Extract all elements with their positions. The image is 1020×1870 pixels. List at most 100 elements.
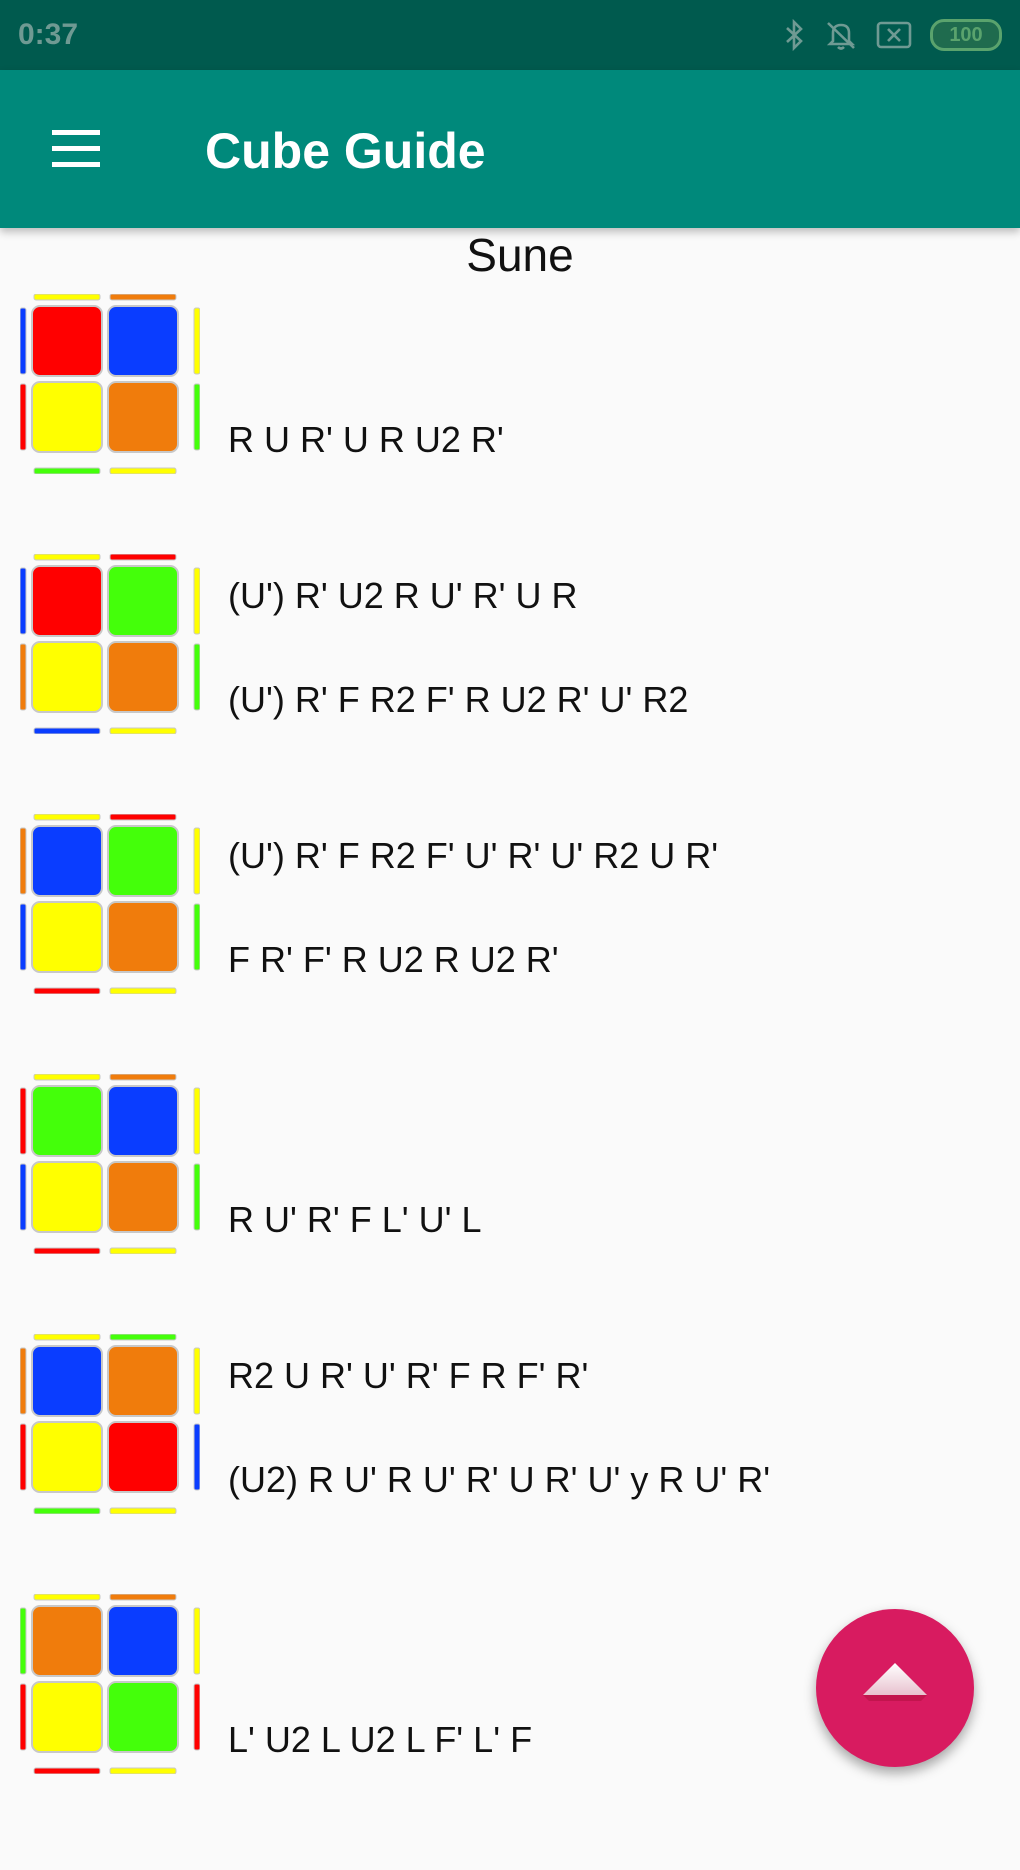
edge-sticker bbox=[20, 1607, 27, 1675]
edge-sticker bbox=[109, 987, 177, 994]
algorithm-line: L' U2 L U2 L F' L' F bbox=[228, 1719, 533, 1760]
edge-sticker bbox=[193, 383, 200, 451]
menu-icon[interactable] bbox=[44, 122, 108, 176]
sim-card-icon bbox=[876, 21, 912, 49]
top-sticker bbox=[31, 381, 103, 453]
algorithm-text: F R' F' R U2 R U2 R' bbox=[228, 830, 559, 1090]
top-sticker bbox=[107, 1345, 179, 1417]
scroll-top-button[interactable] bbox=[816, 1609, 974, 1767]
edge-sticker bbox=[193, 1087, 200, 1155]
algorithm-line: F R' F' R U2 R U2 R' bbox=[228, 939, 559, 980]
edge-sticker bbox=[109, 554, 177, 561]
top-sticker bbox=[31, 1681, 103, 1753]
edge-sticker bbox=[33, 1594, 101, 1601]
top-sticker bbox=[107, 1161, 179, 1233]
algorithm-text: (U2) R U' R U' R' U R' U' y R U' R' bbox=[228, 1350, 770, 1610]
app-title: Cube Guide bbox=[205, 123, 486, 179]
cube-diagram bbox=[20, 554, 200, 734]
edge-sticker bbox=[33, 294, 101, 301]
list-item[interactable]: (U2) R U' R U' R' U R' U' y R U' R' bbox=[0, 1330, 1020, 1590]
top-sticker bbox=[107, 565, 179, 637]
top-sticker bbox=[31, 825, 103, 897]
edge-sticker bbox=[20, 1163, 27, 1231]
status-time: 0:37 bbox=[18, 18, 79, 51]
top-sticker bbox=[31, 1085, 103, 1157]
top-sticker bbox=[31, 901, 103, 973]
top-sticker bbox=[107, 1421, 179, 1493]
status-icons: 100 bbox=[784, 16, 1002, 54]
edge-sticker bbox=[33, 814, 101, 821]
top-sticker bbox=[31, 305, 103, 377]
top-sticker bbox=[107, 305, 179, 377]
edge-sticker bbox=[193, 827, 200, 895]
list-item[interactable]: R U R' U R U2 R' (U') R' U2 R U' R' U R bbox=[0, 290, 1020, 616]
section-title: Sune bbox=[466, 229, 574, 281]
edge-sticker bbox=[109, 1074, 177, 1081]
edge-sticker bbox=[20, 383, 27, 451]
edge-sticker bbox=[33, 1074, 101, 1081]
top-sticker bbox=[107, 901, 179, 973]
edge-sticker bbox=[33, 1334, 101, 1341]
top-sticker bbox=[31, 1605, 103, 1677]
edge-sticker bbox=[20, 903, 27, 971]
top-sticker bbox=[107, 1085, 179, 1157]
top-sticker bbox=[31, 1421, 103, 1493]
app-bar: Cube Guide bbox=[0, 70, 1020, 228]
edge-sticker bbox=[193, 1683, 200, 1751]
edge-sticker bbox=[109, 1247, 177, 1254]
edge-sticker bbox=[20, 1683, 27, 1751]
arrow-up-icon bbox=[863, 1663, 927, 1701]
edge-sticker bbox=[109, 467, 177, 474]
edge-sticker bbox=[109, 1507, 177, 1514]
list-item[interactable]: F R' F' R U2 R U2 R' bbox=[0, 810, 1020, 1070]
edge-sticker bbox=[20, 1347, 27, 1415]
edge-sticker bbox=[33, 467, 101, 474]
edge-sticker bbox=[33, 554, 101, 561]
edge-sticker bbox=[193, 1423, 200, 1491]
top-sticker bbox=[107, 1605, 179, 1677]
battery-indicator: 100 bbox=[930, 19, 1002, 51]
edge-sticker bbox=[193, 1347, 200, 1415]
edge-sticker bbox=[193, 903, 200, 971]
edge-sticker bbox=[33, 987, 101, 994]
cube-diagram bbox=[20, 294, 200, 474]
edge-sticker bbox=[33, 1767, 101, 1774]
edge-sticker bbox=[109, 1767, 177, 1774]
list-item[interactable]: R U' R' F L' U' L R2 U R' U' R' F R F' R… bbox=[0, 1070, 1020, 1396]
top-sticker bbox=[107, 825, 179, 897]
cube-diagram bbox=[20, 814, 200, 994]
top-sticker bbox=[107, 381, 179, 453]
bluetooth-icon bbox=[786, 19, 803, 51]
algorithm-line: R U' R' F L' U' L bbox=[228, 1199, 482, 1240]
edge-sticker bbox=[20, 307, 27, 375]
edge-sticker bbox=[109, 1334, 177, 1341]
edge-sticker bbox=[33, 727, 101, 734]
edge-sticker bbox=[193, 307, 200, 375]
edge-sticker bbox=[193, 567, 200, 635]
edge-sticker bbox=[33, 1507, 101, 1514]
top-sticker bbox=[107, 1681, 179, 1753]
cube-diagram bbox=[20, 1334, 200, 1514]
top-sticker bbox=[31, 565, 103, 637]
edge-sticker bbox=[20, 1423, 27, 1491]
edge-sticker bbox=[20, 643, 27, 711]
edge-sticker bbox=[109, 814, 177, 821]
edge-sticker bbox=[109, 294, 177, 301]
algorithm-line: (U2) R U' R U' R' U R' U' y R U' R' bbox=[228, 1459, 771, 1500]
top-sticker bbox=[31, 641, 103, 713]
edge-sticker bbox=[109, 1594, 177, 1601]
cube-diagram bbox=[20, 1594, 200, 1774]
edge-sticker bbox=[20, 827, 27, 895]
edge-sticker bbox=[193, 643, 200, 711]
algorithm-line: (U') R' F R2 F' R U2 R' U' R2 bbox=[228, 679, 689, 720]
list-item[interactable]: (U') R' F R2 F' R U2 R' U' R2 (U') R' F … bbox=[0, 550, 1020, 876]
status-bar: 0:37 100 bbox=[0, 0, 1020, 70]
top-sticker bbox=[107, 641, 179, 713]
edge-sticker bbox=[20, 1087, 27, 1155]
top-sticker bbox=[31, 1161, 103, 1233]
edge-sticker bbox=[193, 1607, 200, 1675]
edge-sticker bbox=[109, 727, 177, 734]
edge-sticker bbox=[20, 567, 27, 635]
notifications-off-icon bbox=[826, 22, 856, 50]
algorithm-line: R U R' U R U2 R' bbox=[228, 419, 504, 460]
